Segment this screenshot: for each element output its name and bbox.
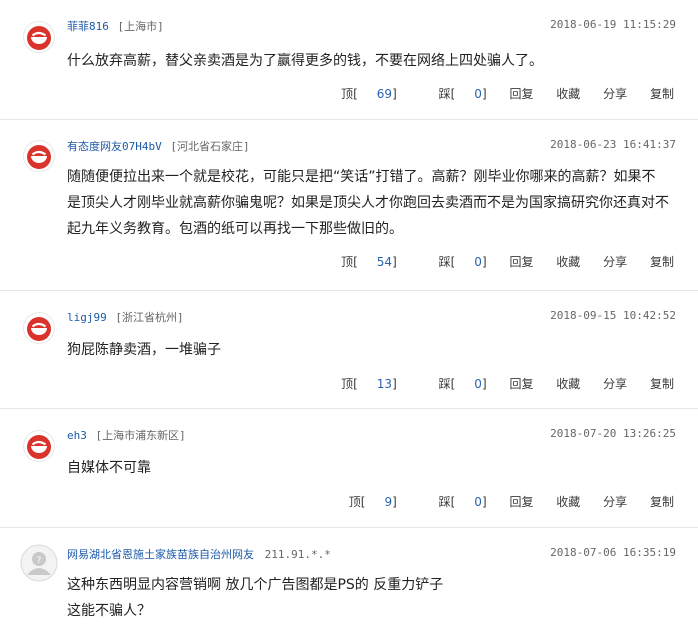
reply-button[interactable]: 回复 — [509, 495, 533, 509]
avatar[interactable] — [22, 311, 56, 345]
favorite-button[interactable]: 收藏 — [556, 255, 580, 269]
downvote-button[interactable]: 踩[0] — [420, 495, 487, 509]
copy-button[interactable]: 复制 — [650, 255, 674, 269]
avatar[interactable] — [22, 139, 56, 173]
favorite-button[interactable]: 收藏 — [556, 87, 580, 101]
share-button[interactable]: 分享 — [603, 87, 627, 101]
comment-time: 2018-06-19 11:15:29 — [550, 18, 676, 31]
user-location: [河北省石家庄] — [170, 140, 250, 153]
comment-time: 2018-06-23 16:41:37 — [550, 138, 676, 151]
comment-actions: 顶[13] 踩[0] 回复 收藏 分享 复制 — [303, 375, 674, 392]
reply-button[interactable]: 回复 — [509, 377, 533, 391]
comment-item: 有态度网友07H4bV [河北省石家庄] 2018-06-23 16:41:37… — [0, 120, 698, 291]
avatar[interactable] — [22, 429, 56, 463]
comment-text-line: 随随便便拉出来一个就是校花，可能只是把“笑话”打错了。高薪？刚毕业你哪来的高薪？… — [67, 169, 656, 185]
comment-meta: 菲菲816 [上海市] 2018-06-19 11:15:29 — [67, 18, 676, 34]
favorite-button[interactable]: 收藏 — [556, 495, 580, 509]
comment-text-line: 起九年义务教育。包酒的纸可以再找一下那些做旧的。 — [67, 221, 403, 237]
upvote-count: 54 — [376, 255, 393, 269]
comment-meta: 网易湖北省恩施土家族苗族自治州网友 211.91.*.* 2018-07-06 … — [67, 546, 676, 562]
comment-text: 这种东西明显内容营销啊 放几个广告图都是PS的 反重力铲子 这能不骗人？ — [67, 572, 676, 624]
netease-red-avatar-icon — [23, 430, 55, 462]
username[interactable]: 有态度网友07H4bV — [67, 140, 162, 153]
user-location: [上海市浦东新区] — [95, 429, 186, 442]
copy-button[interactable]: 复制 — [650, 377, 674, 391]
username[interactable]: 网易湖北省恩施土家族苗族自治州网友 — [67, 548, 254, 561]
copy-button[interactable]: 复制 — [650, 87, 674, 101]
netease-red-avatar-icon — [23, 140, 55, 172]
comment-actions: 顶[54] 踩[0] 回复 收藏 分享 复制 — [303, 253, 674, 270]
downvote-button[interactable]: 踩[0] — [420, 377, 487, 391]
comment-text-line: 自媒体不可靠 — [67, 460, 151, 476]
comment-text-line: 是顶尖人才刚毕业就高薪你骗鬼呢？如果是顶尖人才你跑回去卖酒而不是为国家搞研究你还… — [67, 195, 669, 211]
share-button[interactable]: 分享 — [603, 495, 627, 509]
comment-time: 2018-09-15 10:42:52 — [550, 309, 676, 322]
downvote-count: 0 — [474, 377, 482, 391]
username[interactable]: 菲菲816 — [67, 20, 109, 33]
upvote-button[interactable]: 顶[54] — [322, 255, 397, 269]
comment-actions: 顶[9] 踩[0] 回复 收藏 分享 复制 — [311, 493, 674, 510]
upvote-count: 9 — [384, 495, 393, 509]
upvote-button[interactable]: 顶[13] — [322, 377, 397, 391]
comment-text: 自媒体不可靠 — [67, 455, 676, 481]
comment-item: ligj99 [浙江省杭州] 2018-09-15 10:42:52 狗屁陈静卖… — [0, 291, 698, 409]
favorite-button[interactable]: 收藏 — [556, 377, 580, 391]
upvote-count: 69 — [376, 87, 393, 101]
comment-meta: eh3 [上海市浦东新区] 2018-07-20 13:26:25 — [67, 427, 676, 443]
user-location: [浙江省杭州] — [115, 311, 184, 324]
user-location: [上海市] — [117, 20, 164, 33]
upvote-count: 13 — [376, 377, 393, 391]
comment-text: 随随便便拉出来一个就是校花，可能只是把“笑话”打错了。高薪？刚毕业你哪来的高薪？… — [67, 164, 676, 242]
comment-time: 2018-07-06 16:35:19 — [550, 546, 676, 559]
comment-text-line: 这能不骗人？ — [67, 603, 151, 619]
share-button[interactable]: 分享 — [603, 377, 627, 391]
comment-text-line: 狗屁陈静卖酒，一堆骗子 — [67, 342, 221, 358]
comment-text-line: 什么放弃高薪，替父亲卖酒是为了赢得更多的钱，不要在网络上四处骗人了。 — [67, 53, 543, 69]
upvote-button[interactable]: 顶[9] — [330, 495, 397, 509]
share-button[interactable]: 分享 — [603, 255, 627, 269]
comment-time: 2018-07-20 13:26:25 — [550, 427, 676, 440]
user-ip: 211.91.*.* — [264, 548, 331, 561]
avatar[interactable]: ? — [20, 544, 58, 582]
downvote-count: 0 — [474, 87, 482, 101]
downvote-count: 0 — [474, 495, 482, 509]
downvote-button[interactable]: 踩[0] — [420, 255, 487, 269]
svg-text:?: ? — [37, 556, 42, 566]
comment-meta: 有态度网友07H4bV [河北省石家庄] 2018-06-23 16:41:37 — [67, 138, 676, 154]
comment-meta: ligj99 [浙江省杭州] 2018-09-15 10:42:52 — [67, 309, 676, 325]
comment-actions: 顶[69] 踩[0] 回复 收藏 分享 复制 — [303, 85, 674, 102]
copy-button[interactable]: 复制 — [650, 495, 674, 509]
avatar[interactable] — [22, 20, 56, 54]
comment-text: 狗屁陈静卖酒，一堆骗子 — [67, 337, 676, 363]
upvote-button[interactable]: 顶[69] — [322, 87, 397, 101]
netease-red-avatar-icon — [23, 312, 55, 344]
downvote-button[interactable]: 踩[0] — [420, 87, 487, 101]
reply-button[interactable]: 回复 — [509, 87, 533, 101]
reply-button[interactable]: 回复 — [509, 255, 533, 269]
comment-text-line: 这种东西明显内容营销啊 放几个广告图都是PS的 反重力铲子 — [67, 577, 444, 593]
comment-item: 菲菲816 [上海市] 2018-06-19 11:15:29 什么放弃高薪，替… — [0, 0, 698, 120]
username[interactable]: eh3 — [67, 429, 87, 442]
username[interactable]: ligj99 — [67, 311, 107, 324]
anonymous-grey-avatar-icon: ? — [20, 544, 58, 582]
comment-item: eh3 [上海市浦东新区] 2018-07-20 13:26:25 自媒体不可靠… — [0, 409, 698, 528]
netease-red-avatar-icon — [23, 21, 55, 53]
comment-item: ? 网易湖北省恩施土家族苗族自治州网友 211.91.*.* 2018-07-0… — [0, 528, 698, 620]
downvote-count: 0 — [474, 255, 482, 269]
comment-text: 什么放弃高薪，替父亲卖酒是为了赢得更多的钱，不要在网络上四处骗人了。 — [67, 48, 676, 74]
